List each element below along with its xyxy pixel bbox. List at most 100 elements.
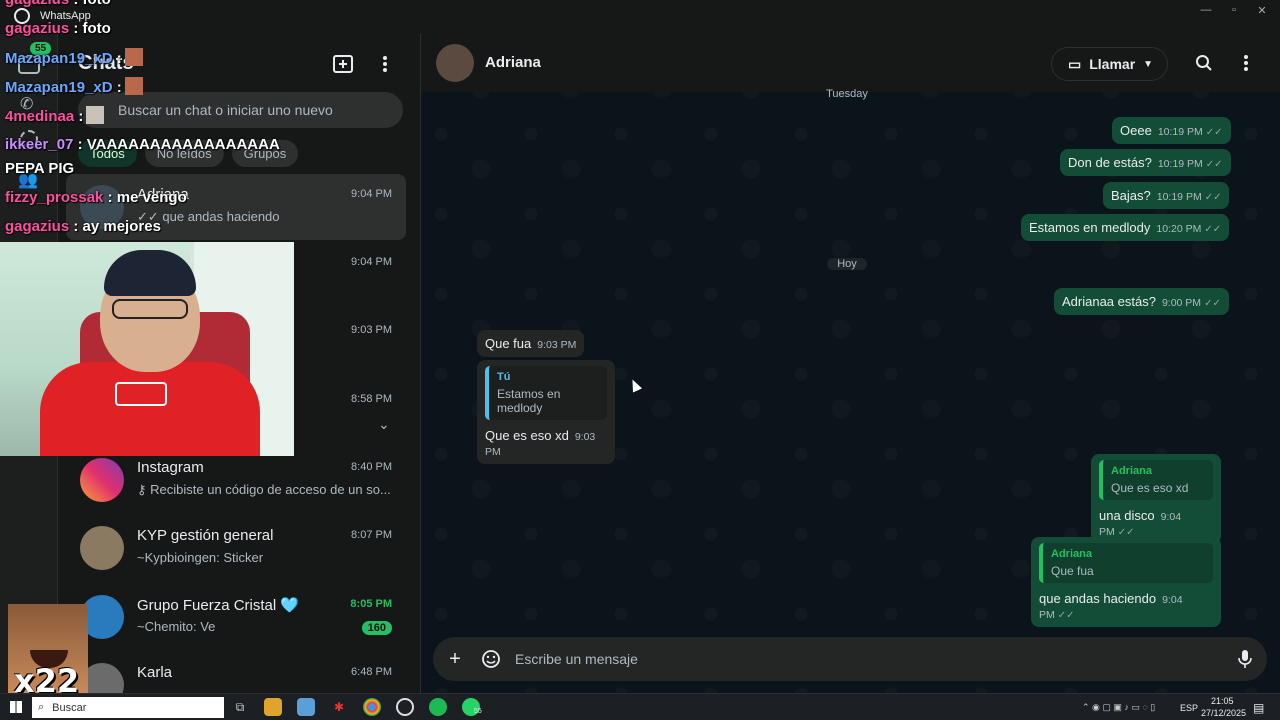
chat-name: Instagram: [137, 459, 204, 476]
call-button[interactable]: ▭ Llamar ▼: [1051, 47, 1168, 81]
minimize-button[interactable]: —: [1196, 4, 1216, 16]
message-outgoing-reply[interactable]: Adriana Que fua que andas haciendo 9:04 P…: [1031, 537, 1221, 627]
stream-chat-line: ikkeer_07 : VAAAAAAAAAAAAAAAAA: [5, 136, 280, 153]
sticker-emoji-icon[interactable]: [479, 647, 503, 671]
chat-time: 8:05 PM: [350, 598, 392, 610]
language-indicator[interactable]: ESP: [1180, 703, 1198, 713]
key-icon: ⚷: [137, 482, 151, 497]
notification-icon[interactable]: ▤: [1253, 701, 1264, 715]
new-chat-icon[interactable]: [331, 52, 355, 76]
windows-start-icon[interactable]: [10, 701, 22, 713]
chat-name: Grupo Fuerza Cristal 🩵: [137, 597, 300, 614]
message-outgoing[interactable]: Bajas? 10:19 PM ✓✓: [1103, 182, 1230, 209]
stream-chat-line: PEPA PIG: [5, 160, 75, 177]
maximize-button[interactable]: ▫: [1224, 4, 1244, 16]
stream-overlay: gagazius : foto gagazius : foto Mazapan1…: [0, 0, 300, 460]
stream-chat-line: Mazapan19_xD :: [5, 48, 143, 67]
emote-icon: [124, 48, 143, 66]
double-check-icon: ✓✓: [1205, 127, 1223, 138]
chat-name: Karla: [137, 664, 173, 681]
windows-taskbar: ⌕ Buscar ⧉ ✱ 55 ⌃ ◉ ▢ ▣ ♪ ▭ ◌ ▯ ESP 21:05…: [0, 693, 1280, 720]
chat-time: 9:04 PM: [351, 256, 392, 268]
chat-time: 6:48 PM: [351, 666, 392, 678]
chat-preview: ~Kypbioingen: Sticker: [137, 550, 264, 565]
streamer-shirt: [40, 362, 260, 456]
conversation-panel: Adriana ▭ Llamar ▼ Tuesday Oeee 10:19 PM ✓…: [421, 34, 1280, 693]
stream-chat-line: fizzy_prossak : me vengo: [5, 189, 187, 206]
attach-plus-icon[interactable]: +: [443, 647, 467, 671]
stream-chat-line: gagazius : ay mejores: [5, 218, 161, 235]
double-check-icon: ✓✓: [1204, 192, 1222, 203]
chrome-icon[interactable]: [363, 698, 381, 716]
tray-icons[interactable]: ⌃ ◉ ▢ ▣ ♪ ▭ ◌ ▯: [1082, 702, 1155, 713]
stream-chat-line: gagazius : foto: [5, 0, 111, 8]
stream-chat-line: gagazius : foto: [5, 20, 111, 37]
conversation-header: Adriana ▭ Llamar ▼: [421, 34, 1280, 92]
glasses: [112, 299, 188, 319]
call-label: Llamar: [1089, 56, 1136, 72]
message-incoming[interactable]: Que fua 9:03 PM: [477, 330, 585, 357]
app-icon[interactable]: ✱: [330, 698, 348, 716]
menu-kebab-icon[interactable]: [1234, 51, 1258, 75]
chevron-down-icon[interactable]: ⌄: [378, 416, 390, 433]
day-separator: Tuesday: [826, 88, 868, 100]
chat-time: 8:40 PM: [351, 461, 392, 473]
chat-item-fuerza-cristal[interactable]: Grupo Fuerza Cristal 🩵 8:05 PM ~Chemito:…: [66, 584, 406, 650]
microphone-icon[interactable]: [1233, 647, 1257, 671]
chat-time: 8:58 PM: [351, 393, 392, 405]
whatsapp-taskbar-badge: 55: [474, 708, 482, 715]
quoted-message[interactable]: Adriana Que es eso xd: [1099, 460, 1213, 500]
day-separator: Hoy: [827, 258, 867, 270]
chevron-down-icon: ▼: [1143, 58, 1154, 70]
close-button[interactable]: ✕: [1252, 4, 1272, 17]
chat-time: 9:04 PM: [351, 188, 392, 200]
message-input[interactable]: [515, 637, 1215, 681]
instagram-avatar: [80, 458, 124, 502]
stream-chat-line: 4medinaa :: [5, 106, 105, 125]
streamer-hair: [104, 250, 196, 296]
chat-name: KYP gestión general: [137, 527, 274, 544]
video-call-icon: ▭: [1068, 55, 1082, 72]
app-icon[interactable]: [396, 698, 414, 716]
whatsapp-window: WhatsApp — ▫ ✕ 55 ✆ 👥 Chats ⌕ Todos No l…: [0, 0, 1280, 694]
double-check-icon: ✓✓: [1205, 159, 1223, 170]
emote-icon: [124, 77, 143, 95]
taskbar-search-label: Buscar: [52, 701, 87, 714]
stream-chat-line: Mazapan19_xD :: [5, 77, 143, 96]
meme-overlay: x22: [8, 604, 88, 694]
spotify-icon[interactable]: [429, 698, 447, 716]
search-icon[interactable]: [1192, 51, 1216, 75]
message-outgoing[interactable]: Don de estás? 10:19 PM ✓✓: [1060, 149, 1231, 176]
search-icon: ⌕: [38, 701, 45, 713]
message-outgoing[interactable]: Adrianaa estás? 9:00 PM ✓✓: [1054, 288, 1229, 315]
emote-icon: [86, 106, 105, 124]
double-check-icon: ✓✓: [1204, 224, 1222, 235]
shirt-logo: [115, 382, 167, 406]
message-outgoing-reply[interactable]: Adriana Que es eso xd una disco 9:04 PM ✓✓: [1091, 454, 1221, 544]
chat-time: 8:07 PM: [351, 529, 392, 541]
quoted-message[interactable]: Adriana Que fua: [1039, 543, 1213, 583]
chat-preview: ⚷ Recibiste un código de acceso de un so…: [137, 482, 391, 497]
contact-name[interactable]: Adriana: [485, 54, 541, 71]
quoted-message[interactable]: Tú Estamos en medlody: [485, 366, 607, 420]
chat-item-kyp[interactable]: KYP gestión general 8:07 PM ~Kypbioingen…: [66, 515, 406, 581]
chat-time: 9:03 PM: [351, 324, 392, 336]
double-check-icon: ✓✓: [1204, 298, 1221, 309]
clock-time[interactable]: 21:05: [1211, 696, 1234, 706]
webcam-feed: [0, 242, 294, 456]
file-explorer-icon[interactable]: [264, 698, 282, 716]
unread-count-badge: 160: [361, 621, 392, 635]
chat-preview: ~Chemito: Ve: [137, 619, 216, 634]
meme-multiplier: x22: [14, 662, 80, 694]
taskbar-search[interactable]: ⌕ Buscar: [32, 697, 224, 718]
chat-item-karla[interactable]: Karla 6:48 PM: [66, 652, 406, 693]
double-check-icon: ✓✓: [1057, 610, 1075, 621]
clock-date[interactable]: 27/12/2025: [1201, 708, 1246, 718]
contact-avatar[interactable]: [436, 44, 474, 82]
menu-kebab-icon[interactable]: [373, 52, 397, 76]
message-outgoing[interactable]: Oeee 10:19 PM ✓✓: [1112, 117, 1231, 144]
message-outgoing[interactable]: Estamos en medlody 10:20 PM ✓✓: [1021, 214, 1230, 241]
message-incoming-reply[interactable]: Tú Estamos en medlody Que es eso xd 9:03 …: [477, 360, 615, 464]
app-icon[interactable]: [297, 698, 315, 716]
task-view-icon[interactable]: ⧉: [231, 698, 249, 716]
